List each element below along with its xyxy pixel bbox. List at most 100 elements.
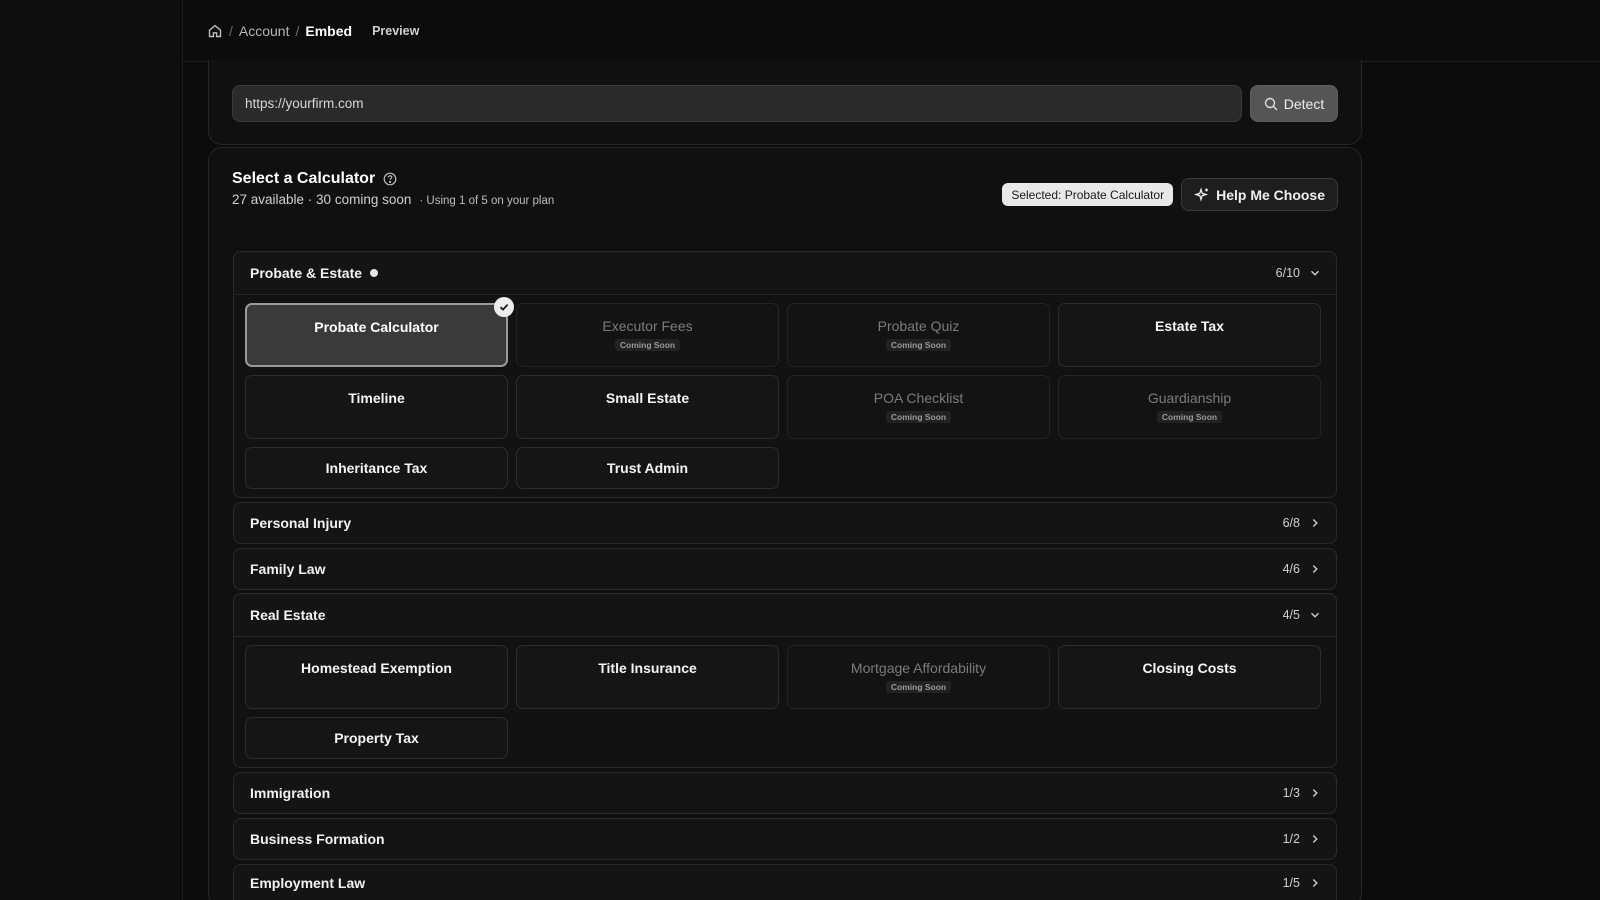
tile-label: Trust Admin xyxy=(606,460,689,476)
plan-usage: · Using 1 of 5 on your plan xyxy=(419,195,555,207)
category-family-law: Family Law 4/6 xyxy=(233,548,1337,590)
calculator-tile-title-insurance[interactable]: Title Insurance xyxy=(516,645,779,709)
calculator-tile-poa-checklist: POA Checklist Coming Soon xyxy=(787,375,1050,439)
coming-soon-badge: Coming Soon xyxy=(885,681,952,693)
home-icon[interactable] xyxy=(207,23,223,39)
category-name: Family Law xyxy=(250,561,326,577)
help-me-choose-label: Help Me Choose xyxy=(1216,186,1325,203)
calculator-tile-estate-tax[interactable]: Estate Tax xyxy=(1058,303,1321,367)
breadcrumb-separator: / xyxy=(229,22,233,39)
coming-soon-badge: Coming Soon xyxy=(885,411,952,423)
category-name: Probate & Estate xyxy=(250,265,363,281)
calculator-counts: 27 available · 30 coming soon · Using 1 … xyxy=(232,192,554,207)
available-count: 27 available · 30 coming soon xyxy=(232,192,412,207)
calculator-tile-guardianship: Guardianship Coming Soon xyxy=(1058,375,1321,439)
tile-label: POA Checklist xyxy=(873,390,964,406)
category-name: Employment Law xyxy=(250,875,366,891)
calculator-title: Select a Calculator xyxy=(232,170,554,188)
check-icon xyxy=(494,297,514,317)
tile-label: Title Insurance xyxy=(598,660,697,676)
chevron-right-icon xyxy=(1310,518,1320,528)
category-header[interactable]: Family Law 4/6 xyxy=(234,549,1336,589)
category-body: Probate Calculator Executor Fees Coming … xyxy=(234,294,1336,497)
chevron-right-icon xyxy=(1310,564,1320,574)
tile-label: Timeline xyxy=(348,390,405,406)
tile-label: Closing Costs xyxy=(1142,660,1237,676)
tile-label: Property Tax xyxy=(334,730,419,746)
category-name: Real Estate xyxy=(250,607,326,623)
detect-button[interactable]: Detect xyxy=(1250,85,1338,122)
sparkle-icon xyxy=(1194,186,1210,203)
tile-label: Guardianship xyxy=(1147,390,1232,406)
calculator-actions: Selected: Probate Calculator Help Me Cho… xyxy=(1002,178,1338,211)
selected-dot-icon xyxy=(370,269,379,277)
calculator-tile-property-tax[interactable]: Property Tax xyxy=(245,717,508,759)
detect-label: Detect xyxy=(1283,95,1325,112)
tile-label: Probate Quiz xyxy=(877,318,960,334)
calculator-tile-executor-fees: Executor Fees Coming Soon xyxy=(516,303,779,367)
category-header[interactable]: Personal Injury 6/8 xyxy=(234,503,1336,543)
category-count: 4/5 xyxy=(1282,608,1300,622)
category-count: 6/8 xyxy=(1282,516,1300,530)
calculator-tile-probate-calculator[interactable]: Probate Calculator xyxy=(245,297,514,367)
calculator-tile-inheritance-tax[interactable]: Inheritance Tax xyxy=(245,447,508,489)
selected-badge: Selected: Probate Calculator xyxy=(1002,183,1174,206)
category-count: 6/10 xyxy=(1275,266,1300,280)
calculator-tile-probate-quiz: Probate Quiz Coming Soon xyxy=(787,303,1050,367)
category-header[interactable]: Immigration 1/3 xyxy=(234,773,1336,813)
category-header[interactable]: Probate & Estate 6/10 xyxy=(234,252,1336,294)
top-bar: / Account / Embed Preview xyxy=(183,0,1600,62)
category-header[interactable]: Real Estate 4/5 xyxy=(234,594,1336,636)
tile-label: Inheritance Tax xyxy=(325,460,428,476)
left-sidebar xyxy=(0,0,183,900)
chevron-down-icon xyxy=(1310,268,1320,278)
preview-link[interactable]: Preview xyxy=(372,24,419,38)
category-name: Business Formation xyxy=(250,831,385,847)
question-circle-icon[interactable] xyxy=(383,172,397,186)
tile-label: Small Estate xyxy=(605,390,690,406)
calculator-tile-mortgage-affordability: Mortgage Affordability Coming Soon xyxy=(787,645,1050,709)
category-immigration: Immigration 1/3 xyxy=(233,772,1337,814)
category-probate-estate: Probate & Estate 6/10 Probate Calculator… xyxy=(233,251,1337,498)
category-name: Immigration xyxy=(250,785,331,801)
tile-label: Mortgage Affordability xyxy=(850,660,987,676)
calculator-title-text: Select a Calculator xyxy=(232,170,376,187)
category-personal-injury: Personal Injury 6/8 xyxy=(233,502,1337,544)
category-real-estate: Real Estate 4/5 Homestead Exemption Titl… xyxy=(233,593,1337,768)
calculator-tile-small-estate[interactable]: Small Estate xyxy=(516,375,779,439)
search-icon xyxy=(1264,97,1278,111)
category-count: 1/2 xyxy=(1282,832,1300,846)
calculator-tile-trust-admin[interactable]: Trust Admin xyxy=(516,447,779,489)
tile-label: Probate Calculator xyxy=(314,319,439,335)
breadcrumb-embed: Embed xyxy=(305,22,353,39)
category-header[interactable]: Business Formation 1/2 xyxy=(234,819,1336,859)
website-url-input[interactable]: https://yourfirm.com xyxy=(232,85,1242,122)
category-count: 1/5 xyxy=(1282,876,1300,890)
url-row: https://yourfirm.com Detect xyxy=(232,85,1338,122)
tile-label: Estate Tax xyxy=(1155,318,1224,334)
chevron-right-icon xyxy=(1310,788,1320,798)
calculator-header: Select a Calculator 27 available · 30 co… xyxy=(232,170,554,207)
breadcrumb-separator: / xyxy=(295,22,300,39)
category-body: Homestead Exemption Title Insurance Mort… xyxy=(234,636,1336,767)
category-name: Personal Injury xyxy=(250,515,352,531)
calculator-tile-timeline[interactable]: Timeline xyxy=(245,375,508,439)
chevron-down-icon xyxy=(1310,610,1320,620)
breadcrumb: / Account / Embed xyxy=(207,23,352,39)
category-count: 1/3 xyxy=(1282,786,1300,800)
category-employment-law: Employment Law 1/5 xyxy=(233,864,1337,900)
calculator-tile-closing-costs[interactable]: Closing Costs xyxy=(1058,645,1321,709)
tile-label: Executor Fees xyxy=(602,318,693,334)
category-header[interactable]: Employment Law 1/5 xyxy=(234,865,1336,900)
coming-soon-badge: Coming Soon xyxy=(1156,411,1223,423)
coming-soon-badge: Coming Soon xyxy=(614,339,681,351)
category-business-formation: Business Formation 1/2 xyxy=(233,818,1337,860)
chevron-right-icon xyxy=(1310,878,1320,888)
calculator-tile-homestead-exemption[interactable]: Homestead Exemption xyxy=(245,645,508,709)
coming-soon-badge: Coming Soon xyxy=(885,339,952,351)
breadcrumb-account[interactable]: Account xyxy=(239,23,290,39)
help-me-choose-button[interactable]: Help Me Choose xyxy=(1181,178,1338,211)
category-count: 4/6 xyxy=(1282,562,1300,576)
tile-label: Homestead Exemption xyxy=(301,660,452,676)
chevron-right-icon xyxy=(1310,834,1320,844)
